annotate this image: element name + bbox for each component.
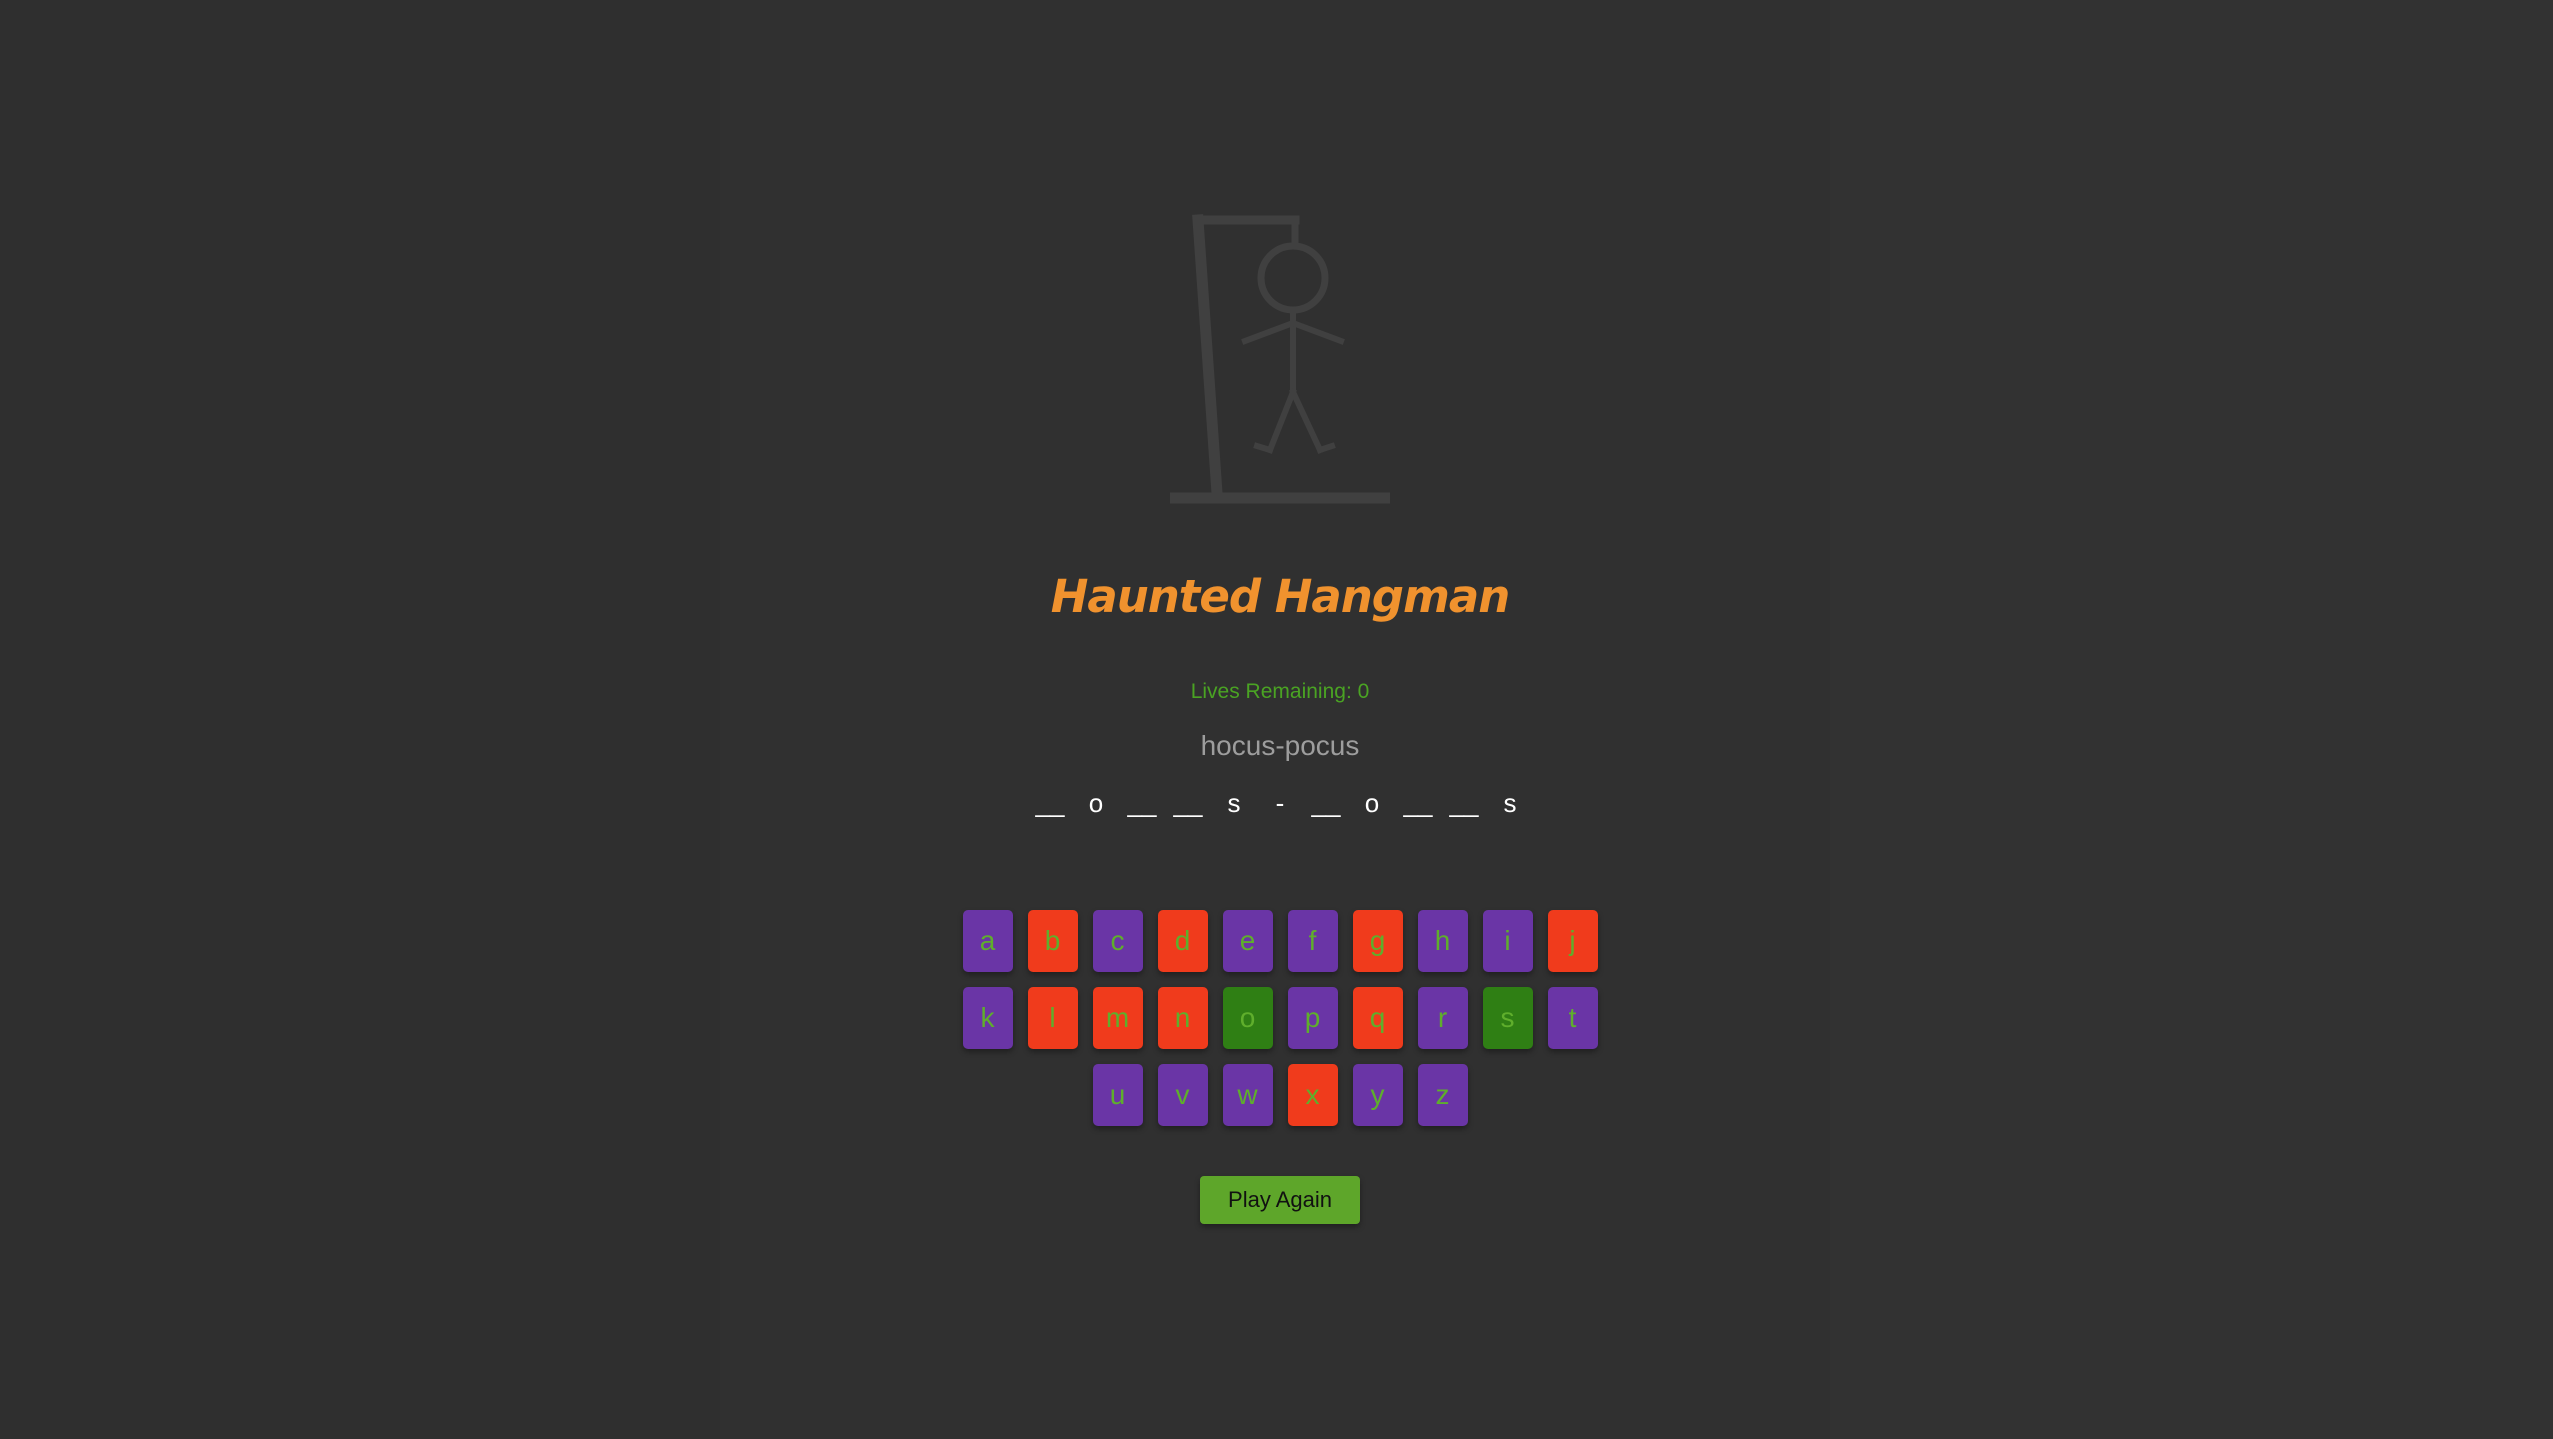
right-panel: [1830, 0, 2553, 1439]
letter-key-o[interactable]: o: [1222, 987, 1273, 1049]
letter-key-b[interactable]: b: [1027, 910, 1078, 972]
letter-key-p[interactable]: p: [1287, 987, 1338, 1049]
letter-key-z[interactable]: z: [1417, 1064, 1468, 1126]
gallows-pole: [1192, 214, 1223, 499]
letter-key-v[interactable]: v: [1157, 1064, 1208, 1126]
letter-key-u[interactable]: u: [1092, 1064, 1143, 1126]
letter-key-h[interactable]: h: [1417, 910, 1468, 972]
letter-key-j[interactable]: j: [1547, 910, 1598, 972]
letter-key-t[interactable]: t: [1547, 987, 1598, 1049]
lives-remaining: Lives Remaining: 0: [1190, 680, 1370, 703]
keyboard-row: abcdefghij: [0, 910, 2553, 972]
play-again-button[interactable]: Play Again: [1200, 1176, 1360, 1224]
word-slot: s: [1227, 788, 1241, 818]
keyboard-row: klmnopqrst: [0, 987, 2553, 1049]
word-slot: __: [1173, 788, 1203, 818]
letter-key-q[interactable]: q: [1352, 987, 1403, 1049]
letter-key-n[interactable]: n: [1157, 987, 1208, 1049]
word-hint: hocus-pocus: [1200, 730, 1360, 761]
hangman-right-arm: [1289, 319, 1345, 345]
word-slot: __: [1035, 788, 1065, 818]
letter-key-f[interactable]: f: [1287, 910, 1338, 972]
hangman-left-leg: [1266, 388, 1297, 454]
keyboard-row: uvwxyz: [0, 1064, 2553, 1126]
letter-key-c[interactable]: c: [1092, 910, 1143, 972]
letter-key-r[interactable]: r: [1417, 987, 1468, 1049]
letter-key-l[interactable]: l: [1027, 987, 1078, 1049]
letter-key-a[interactable]: a: [962, 910, 1013, 972]
letter-key-w[interactable]: w: [1222, 1064, 1273, 1126]
word-slot: __: [1449, 788, 1479, 818]
letter-key-k[interactable]: k: [962, 987, 1013, 1049]
letter-keyboard: abcdefghij klmnopqrst uvwxyz: [0, 910, 2553, 1141]
letter-key-x[interactable]: x: [1287, 1064, 1338, 1126]
letter-key-s[interactable]: s: [1482, 987, 1533, 1049]
hangman-right-foot: [1316, 442, 1336, 454]
letter-key-i[interactable]: i: [1482, 910, 1533, 972]
word-slot: s: [1503, 788, 1517, 818]
page: Haunted Hangman Lives Remaining: 0 hocus…: [0, 0, 2553, 1439]
letter-key-e[interactable]: e: [1222, 910, 1273, 972]
word-slot: __: [1311, 788, 1341, 818]
word-slot: __: [1403, 788, 1433, 818]
hangman-left-arm: [1241, 319, 1297, 345]
letter-key-g[interactable]: g: [1352, 910, 1403, 972]
hangman-gallows-icon: [1170, 214, 1390, 504]
letter-key-y[interactable]: y: [1352, 1064, 1403, 1126]
hangman-right-leg: [1289, 388, 1324, 454]
word-display: __ o __ __ s - __ o __ __ s: [0, 788, 2553, 819]
letter-key-d[interactable]: d: [1157, 910, 1208, 972]
word-slot: o: [1364, 788, 1380, 818]
letter-key-m[interactable]: m: [1092, 987, 1143, 1049]
hangman-head: [1257, 242, 1329, 314]
word-slot: __: [1127, 788, 1157, 818]
word-slot: o: [1088, 788, 1104, 818]
hangman-left-foot: [1253, 442, 1274, 454]
game-title: Haunted Hangman: [1050, 570, 1511, 623]
word-slot: -: [1275, 788, 1285, 818]
